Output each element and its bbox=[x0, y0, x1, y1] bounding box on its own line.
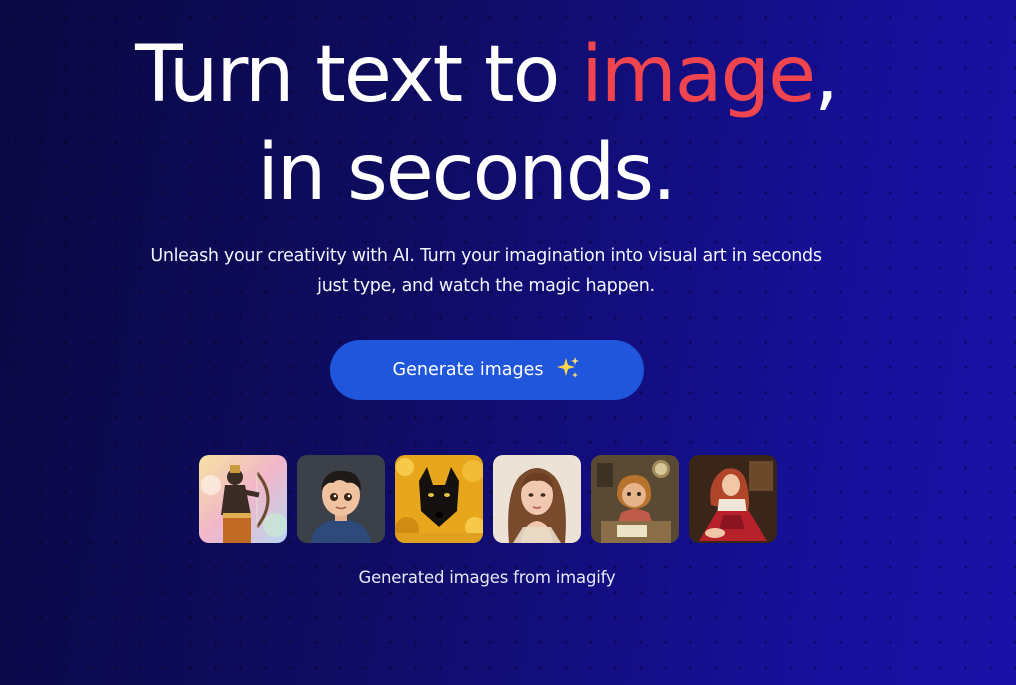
hero-section: Turn text to image, in seconds. Unleash … bbox=[0, 0, 1016, 685]
woman-portrait-image bbox=[493, 455, 581, 543]
girl-writing-image bbox=[591, 455, 679, 543]
sparkles-icon-graphic bbox=[557, 356, 580, 378]
archer-warrior-image bbox=[199, 455, 287, 543]
headline: Turn text to image, bbox=[0, 30, 972, 120]
gallery-caption: Generated images from imagify bbox=[358, 568, 616, 587]
headline-text: Turn text to bbox=[135, 30, 582, 120]
cartoon-boy-image bbox=[297, 455, 385, 543]
generate-images-label: Generate images bbox=[392, 360, 544, 380]
headline-line2: in seconds. bbox=[257, 128, 677, 218]
generate-images-button[interactable]: Generate images bbox=[330, 340, 644, 400]
subtitle-line1: Unleash your creativity with AI. Turn yo… bbox=[150, 246, 822, 266]
sparkles-icon bbox=[555, 355, 581, 386]
subtitle-line2: just type, and watch the magic happen. bbox=[317, 276, 655, 296]
black-wolf-image bbox=[395, 455, 483, 543]
woman-red-dress-image bbox=[689, 455, 777, 543]
hero-subtitle: Unleash your creativity with AI. Turn yo… bbox=[0, 241, 972, 301]
headline-accent-word: image bbox=[581, 30, 816, 120]
generated-images-gallery bbox=[199, 455, 777, 543]
headline-comma: , bbox=[814, 30, 839, 120]
